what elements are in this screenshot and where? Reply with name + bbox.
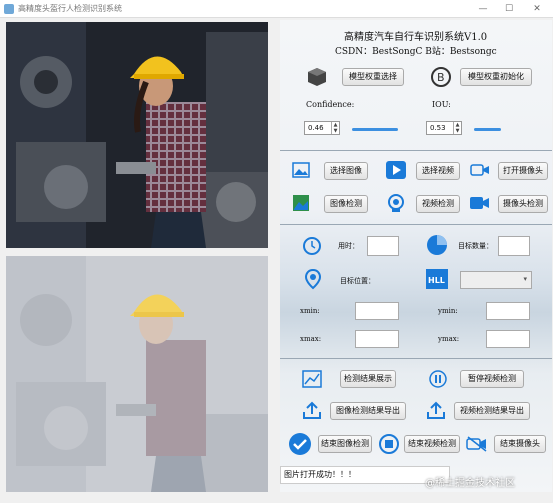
time-field[interactable] — [367, 236, 399, 256]
divider — [280, 358, 552, 359]
target-icon — [388, 194, 404, 212]
pause-icon — [429, 370, 447, 388]
time-label: 用时： — [338, 242, 359, 250]
b-icon: B — [431, 67, 451, 87]
author-info: CSDN：BestSongC B站：Bestsongc — [335, 47, 497, 57]
position-label: 目标位置： — [340, 277, 375, 285]
svg-text:HLL: HLL — [428, 276, 445, 285]
iou-label: IOU: — [432, 100, 451, 109]
cube-icon — [308, 68, 326, 86]
export-video-button[interactable]: 视频检测结果导出 — [454, 402, 530, 420]
pause-video-button[interactable]: 暂停视频检测 — [460, 370, 524, 388]
minimize-button[interactable]: — — [472, 2, 494, 16]
line-chart-icon — [302, 370, 322, 388]
stop-icon — [379, 434, 399, 454]
select-image-button[interactable]: 选择图像 — [324, 162, 368, 180]
control-panel: 高精度汽车自行车识别系统V1.0 CSDN：BestSongC B站：Bests… — [280, 20, 552, 492]
iou-spinbox[interactable]: 0.53 ▲ ▼ — [426, 121, 462, 135]
divider — [280, 224, 552, 225]
chevron-down-icon: ▾ — [523, 275, 527, 283]
xmax-field[interactable] — [355, 330, 399, 348]
target-select[interactable]: ▾ — [460, 271, 532, 289]
model-select-button[interactable]: 模型权重选择 — [342, 68, 404, 86]
show-result-button[interactable]: 检测结果展示 — [340, 370, 396, 388]
camera-icon — [470, 164, 489, 176]
check-icon — [289, 433, 311, 455]
stop-camera-button[interactable]: 结束摄像头 — [494, 435, 546, 453]
upload-icon — [303, 401, 321, 419]
xmin-field[interactable] — [355, 302, 399, 320]
result-image — [6, 256, 268, 492]
app-title: 高精度汽车自行车识别系统V1.0 — [344, 32, 488, 43]
ymax-label: ymax: — [438, 335, 460, 343]
confidence-value: 0.46 — [308, 124, 324, 132]
open-camera-button[interactable]: 打开摄像头 — [498, 162, 548, 180]
confidence-label: Confidence: — [306, 100, 355, 109]
iou-slider[interactable] — [474, 128, 501, 131]
stop-video-button[interactable]: 结束视频检测 — [404, 435, 460, 453]
xmax-label: xmax: — [300, 335, 322, 343]
spin-arrows-icon[interactable]: ▲ ▼ — [331, 122, 339, 134]
xmin-label: xmin: — [300, 307, 320, 315]
app-icon — [4, 4, 14, 14]
window-title: 高精度头盔行人检测识别系统 — [18, 4, 122, 13]
stop-image-button[interactable]: 结束图像检测 — [318, 435, 372, 453]
select-video-button[interactable]: 选择视频 — [416, 162, 460, 180]
image-detect-button[interactable]: 图像检测 — [324, 195, 368, 213]
pie-chart-icon — [427, 235, 447, 255]
source-image — [6, 22, 268, 248]
ymin-label: ymin: — [438, 307, 458, 315]
upload-icon — [427, 401, 445, 419]
camera-detect-button[interactable]: 摄像头检测 — [498, 195, 548, 213]
close-button[interactable]: ✕ — [526, 2, 548, 16]
image-icon — [292, 162, 310, 178]
video-camera-icon — [470, 197, 489, 209]
hll-icon: HLL — [426, 269, 448, 289]
spin-arrows-icon[interactable]: ▲ ▼ — [453, 122, 461, 134]
confidence-spinbox[interactable]: 0.46 ▲ ▼ — [304, 121, 340, 135]
ymax-field[interactable] — [486, 330, 530, 348]
play-icon — [386, 161, 406, 179]
video-detect-button[interactable]: 视频检测 — [416, 195, 460, 213]
maximize-button[interactable]: ☐ — [498, 2, 520, 16]
watermark: @稀土掘金技术社区 — [425, 478, 515, 489]
camera-off-icon — [466, 436, 487, 452]
count-label: 目标数量： — [458, 242, 493, 250]
iou-value: 0.53 — [430, 124, 446, 132]
gallery-icon — [293, 195, 309, 211]
title-bar: 高精度头盔行人检测识别系统 — ☐ ✕ — [0, 0, 553, 18]
divider — [280, 150, 552, 151]
timer-icon — [303, 237, 321, 255]
ymin-field[interactable] — [486, 302, 530, 320]
confidence-slider[interactable] — [352, 128, 398, 131]
export-image-button[interactable]: 图像检测结果导出 — [330, 402, 406, 420]
count-field[interactable] — [498, 236, 530, 256]
model-init-button[interactable]: 模型权重初始化 — [460, 68, 532, 86]
svg-text:B: B — [437, 71, 445, 84]
location-icon — [304, 268, 322, 290]
